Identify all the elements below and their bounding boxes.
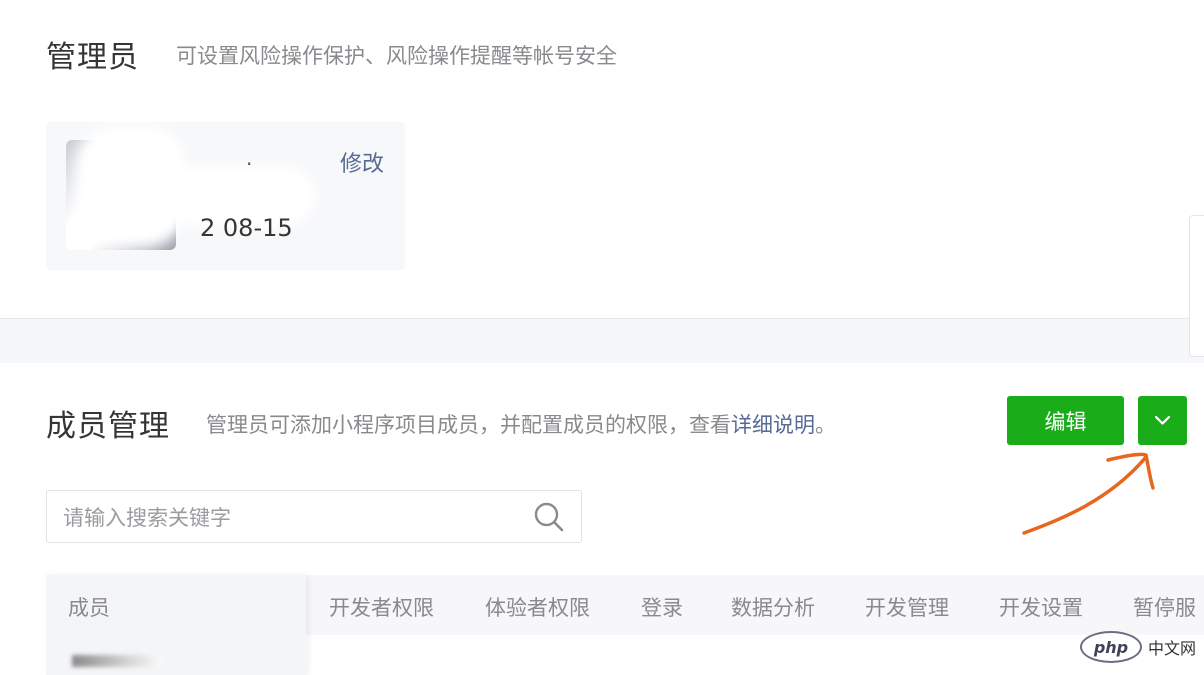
members-description-end: 。 [815,413,836,437]
column-dev-settings: 开发设置 [999,596,1083,620]
redaction-mark [72,655,162,667]
members-description: 管理员可添加小程序项目成员，并配置成员的权限，查看详细说明。 [206,409,836,439]
column-dev-management: 开发管理 [865,596,949,620]
admin-date: 2 08-15 [200,214,293,242]
php-logo: php [1079,631,1142,663]
more-dropdown-button[interactable] [1138,396,1187,445]
column-member: 成员 [68,596,110,620]
side-scroll-tab[interactable] [1189,215,1204,357]
members-table-header: 成员 开发者权限 体验者权限 登录 数据分析 开发管理 开发设置 暂停服 [46,575,1204,675]
modify-link[interactable]: 修改 [340,146,384,178]
column-data-analysis: 数据分析 [731,596,815,620]
admin-account-box: · 2 08-15 修改 [46,122,405,270]
admin-title: 管理员 [46,40,139,75]
admin-card: 管理员 可设置风险操作保护、风险操作提醒等帐号安全 · 2 08-15 修改 [0,0,1204,357]
admin-name: · [246,152,253,176]
search-icon[interactable] [533,501,565,533]
column-login: 登录 [641,596,683,620]
search-input[interactable] [61,491,525,544]
members-title: 成员管理 [46,409,170,444]
column-pause-service: 暂停服 [1133,596,1196,620]
edit-button[interactable]: 编辑 [1007,396,1124,445]
members-description-text: 管理员可添加小程序项目成员，并配置成员的权限，查看 [206,413,731,437]
search-box [46,490,582,544]
watermark-text: 中文网 [1147,639,1196,658]
column-developer: 开发者权限 [329,596,434,620]
column-tester: 体验者权限 [485,596,590,620]
members-card: 成员管理 管理员可添加小程序项目成员，并配置成员的权限，查看详细说明。 编辑 成… [0,363,1204,675]
admin-description: 可设置风险操作保护、风险操作提醒等帐号安全 [176,44,617,68]
chevron-down-icon [1154,415,1171,425]
site-watermark: php 中文网 [1079,627,1196,667]
detail-link[interactable]: 详细说明 [731,413,815,437]
